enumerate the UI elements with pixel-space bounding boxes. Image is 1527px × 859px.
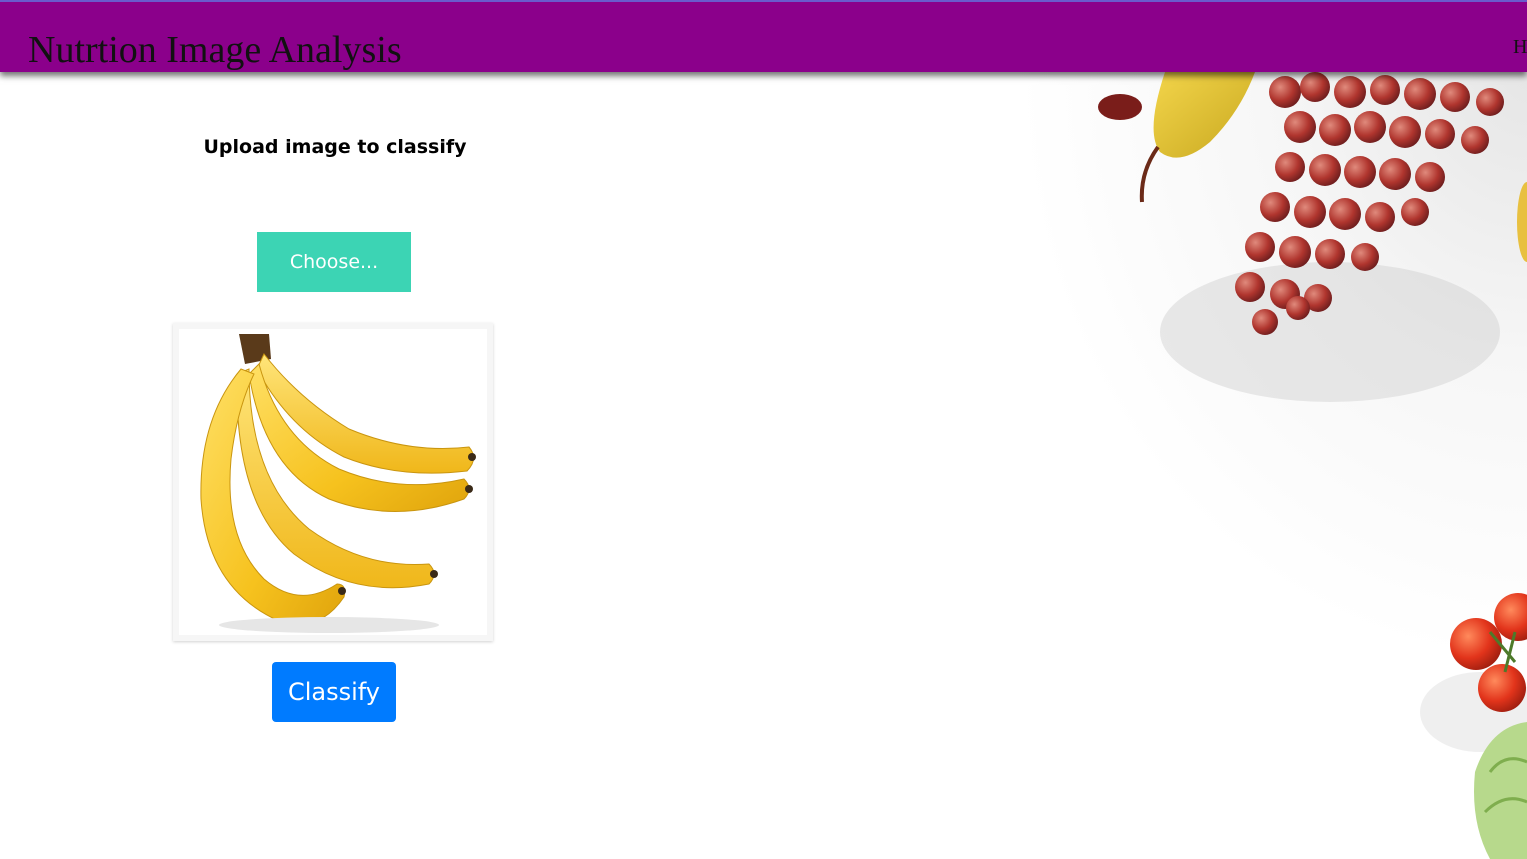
app-title[interactable]: Nutrtion Image Analysis — [28, 28, 402, 72]
classify-button[interactable]: Classify — [272, 662, 396, 722]
nav-link-home[interactable]: H — [1513, 36, 1527, 59]
image-preview — [173, 323, 493, 641]
page: Nutrtion Image Analysis H Upload image t… — [0, 0, 1527, 859]
navbar: Nutrtion Image Analysis H — [0, 0, 1527, 72]
image-preview-canvas — [179, 329, 487, 635]
banana-bunch-image — [200, 334, 476, 633]
upload-panel: Upload image to classify Choose... Class… — [170, 72, 500, 772]
upload-heading: Upload image to classify — [203, 136, 467, 158]
choose-file-button[interactable]: Choose... — [257, 232, 411, 292]
